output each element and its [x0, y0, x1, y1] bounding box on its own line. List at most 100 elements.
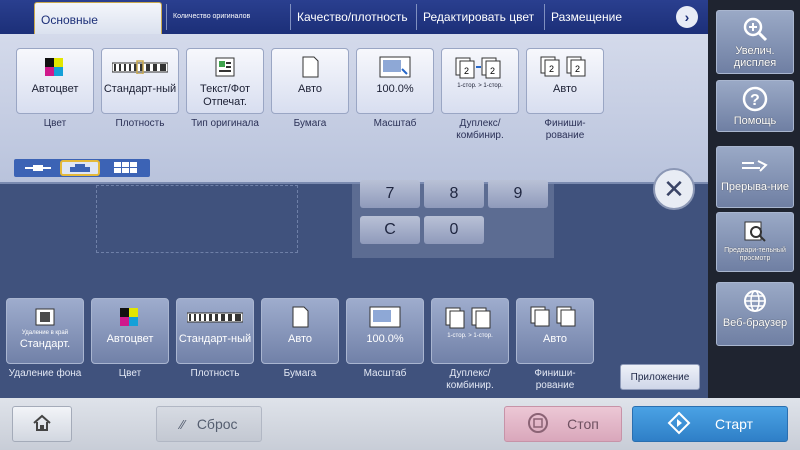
summary-density-value: Стандарт-ный [178, 333, 252, 345]
duplex-icon: 22 [454, 55, 506, 79]
tab-layout[interactable]: Размещение [544, 4, 672, 30]
key-7[interactable]: 7 [360, 180, 420, 208]
summary-zoom-value: 100.0% [366, 333, 404, 345]
background-removal-button[interactable]: Удаление в край Стандарт. [6, 298, 84, 364]
view-list-icon[interactable] [18, 160, 58, 176]
original-type-label: Тип оригинала [191, 118, 259, 129]
magnifier-plus-icon [740, 15, 770, 43]
preview-icon [740, 217, 770, 245]
tab-original-count[interactable]: Количество оригиналов [166, 4, 286, 30]
help-button[interactable]: ? Помощь [716, 80, 794, 132]
numeric-keypad: 7 8 9 C 0 [352, 180, 554, 258]
summary-paper-button[interactable]: Авто [261, 298, 339, 364]
summary-duplex-label: Дуплекс/ комбинир. [446, 368, 494, 391]
key-0[interactable]: 0 [424, 216, 484, 244]
key-9[interactable]: 9 [488, 180, 548, 208]
tab-quality-density[interactable]: Качество/плотность [290, 4, 414, 30]
summary-zoom-button[interactable]: 100.0% [346, 298, 424, 364]
copier-screen: Основные Количество оригиналов Качество/… [0, 0, 800, 450]
duplex-value: 1-стор. > 1-стор. [457, 83, 503, 89]
summary-finishing-button[interactable]: Авто [516, 298, 594, 364]
summary-color-value: Автоцвет [106, 333, 154, 345]
stop-label: Стоп [567, 416, 599, 432]
reset-label: Сброс [196, 416, 238, 432]
help-label: Помощь [733, 115, 777, 127]
web-browser-label: Веб-браузер [722, 317, 788, 329]
start-button[interactable]: Старт [632, 406, 788, 442]
zoom-display-label: Увелич. дисплея [733, 45, 777, 69]
tab-bar: Основные Количество оригиналов Качество/… [0, 0, 708, 36]
web-browser-button[interactable]: Веб-браузер [716, 282, 794, 346]
view-grid-icon[interactable] [106, 160, 146, 176]
reset-button[interactable]: ⁄⁄ Сброс [156, 406, 262, 442]
copy-count-area [96, 185, 298, 253]
density-label: Плотность [115, 118, 165, 129]
color-setting-button[interactable]: Автоцвет [16, 48, 94, 114]
summary-color-button[interactable]: Автоцвет [91, 298, 169, 364]
tab-original-count-label: Количество оригиналов [173, 13, 251, 20]
paper-label: Бумага [293, 118, 327, 129]
close-panel-icon[interactable]: ✕ [653, 168, 695, 210]
tab-layout-label: Размещение [551, 10, 622, 24]
tab-edit-color[interactable]: Редактировать цвет [416, 4, 542, 30]
duplex-setting-button[interactable]: 22 1-стор. > 1-стор. [441, 48, 519, 114]
paper-value: Авто [298, 83, 322, 95]
finishing-label: Финиши-рование [544, 118, 586, 141]
summary-duplex-button[interactable]: 1-стор. > 1-стор. [431, 298, 509, 364]
summary-density-label: Плотность [190, 368, 240, 379]
zoom-label: Масштаб [373, 118, 417, 129]
paper-icon [297, 55, 323, 79]
color-value: Автоцвет [31, 83, 79, 95]
zoom-scale-icon [368, 305, 402, 329]
settings-panel: Автоцвет Цвет Стандарт-ный Плотность Тек… [0, 34, 708, 184]
tab-basic-label: Основные [41, 12, 98, 27]
color-icon [117, 305, 143, 329]
interrupt-icon [740, 151, 770, 179]
zoom-scale-icon [378, 55, 412, 79]
background-removal-label: Удаление фона [8, 368, 82, 379]
globe-icon [740, 287, 770, 315]
original-type-icon [212, 55, 238, 79]
summary-duplex-value: 1-стор. > 1-стор. [447, 333, 493, 339]
zoom-value: 100.0% [376, 83, 414, 95]
preview-button[interactable]: Предвари-тельный просмотр [716, 212, 794, 272]
density-scale-icon [187, 305, 243, 329]
home-icon [31, 413, 53, 436]
paper-setting-button[interactable]: Авто [271, 48, 349, 114]
summary-density-button[interactable]: Стандарт-ный [176, 298, 254, 364]
start-icon [667, 411, 691, 438]
summary-finishing-value: Авто [543, 333, 567, 345]
background-removal-icon [34, 305, 56, 329]
original-type-value: Текст/Фот Отпечат. [199, 83, 251, 108]
key-8[interactable]: 8 [424, 180, 484, 208]
summary-paper-label: Бумага [283, 368, 317, 379]
finishing-icon: 22 [539, 55, 591, 79]
zoom-setting-button[interactable]: 100.0% [356, 48, 434, 114]
tabs-next-icon[interactable]: › [676, 6, 698, 28]
finishing-setting-button[interactable]: 22 Авто [526, 48, 604, 114]
zoom-display-button[interactable]: Увелич. дисплея [716, 10, 794, 74]
original-type-button[interactable]: Текст/Фот Отпечат. [186, 48, 264, 114]
density-value: Стандарт-ный [103, 83, 177, 95]
key-clear[interactable]: C [360, 216, 420, 244]
application-button[interactable]: Приложение [620, 364, 700, 390]
summary-finishing-label: Финиши-рование [534, 368, 576, 391]
view-mode-switch [14, 159, 150, 177]
svg-text:2: 2 [549, 64, 554, 74]
tab-basic[interactable]: Основные [34, 2, 162, 36]
interrupt-button[interactable]: Прерыва-ние [716, 146, 794, 208]
summary-zoom-label: Масштаб [363, 368, 407, 379]
start-label: Старт [714, 416, 754, 432]
preview-label: Предвари-тельный просмотр [724, 247, 786, 262]
summary-paper-value: Авто [288, 333, 312, 345]
home-button[interactable] [12, 406, 72, 442]
svg-text:2: 2 [490, 66, 495, 76]
summary-color-label: Цвет [118, 368, 142, 379]
density-setting-button[interactable]: Стандарт-ный [101, 48, 179, 114]
stop-icon [527, 412, 549, 437]
interrupt-label: Прерыва-ние [720, 181, 789, 193]
view-standard-icon[interactable] [60, 160, 100, 176]
stop-button[interactable]: Стоп [504, 406, 622, 442]
color-label: Цвет [43, 118, 67, 129]
density-scale-icon [112, 55, 168, 79]
